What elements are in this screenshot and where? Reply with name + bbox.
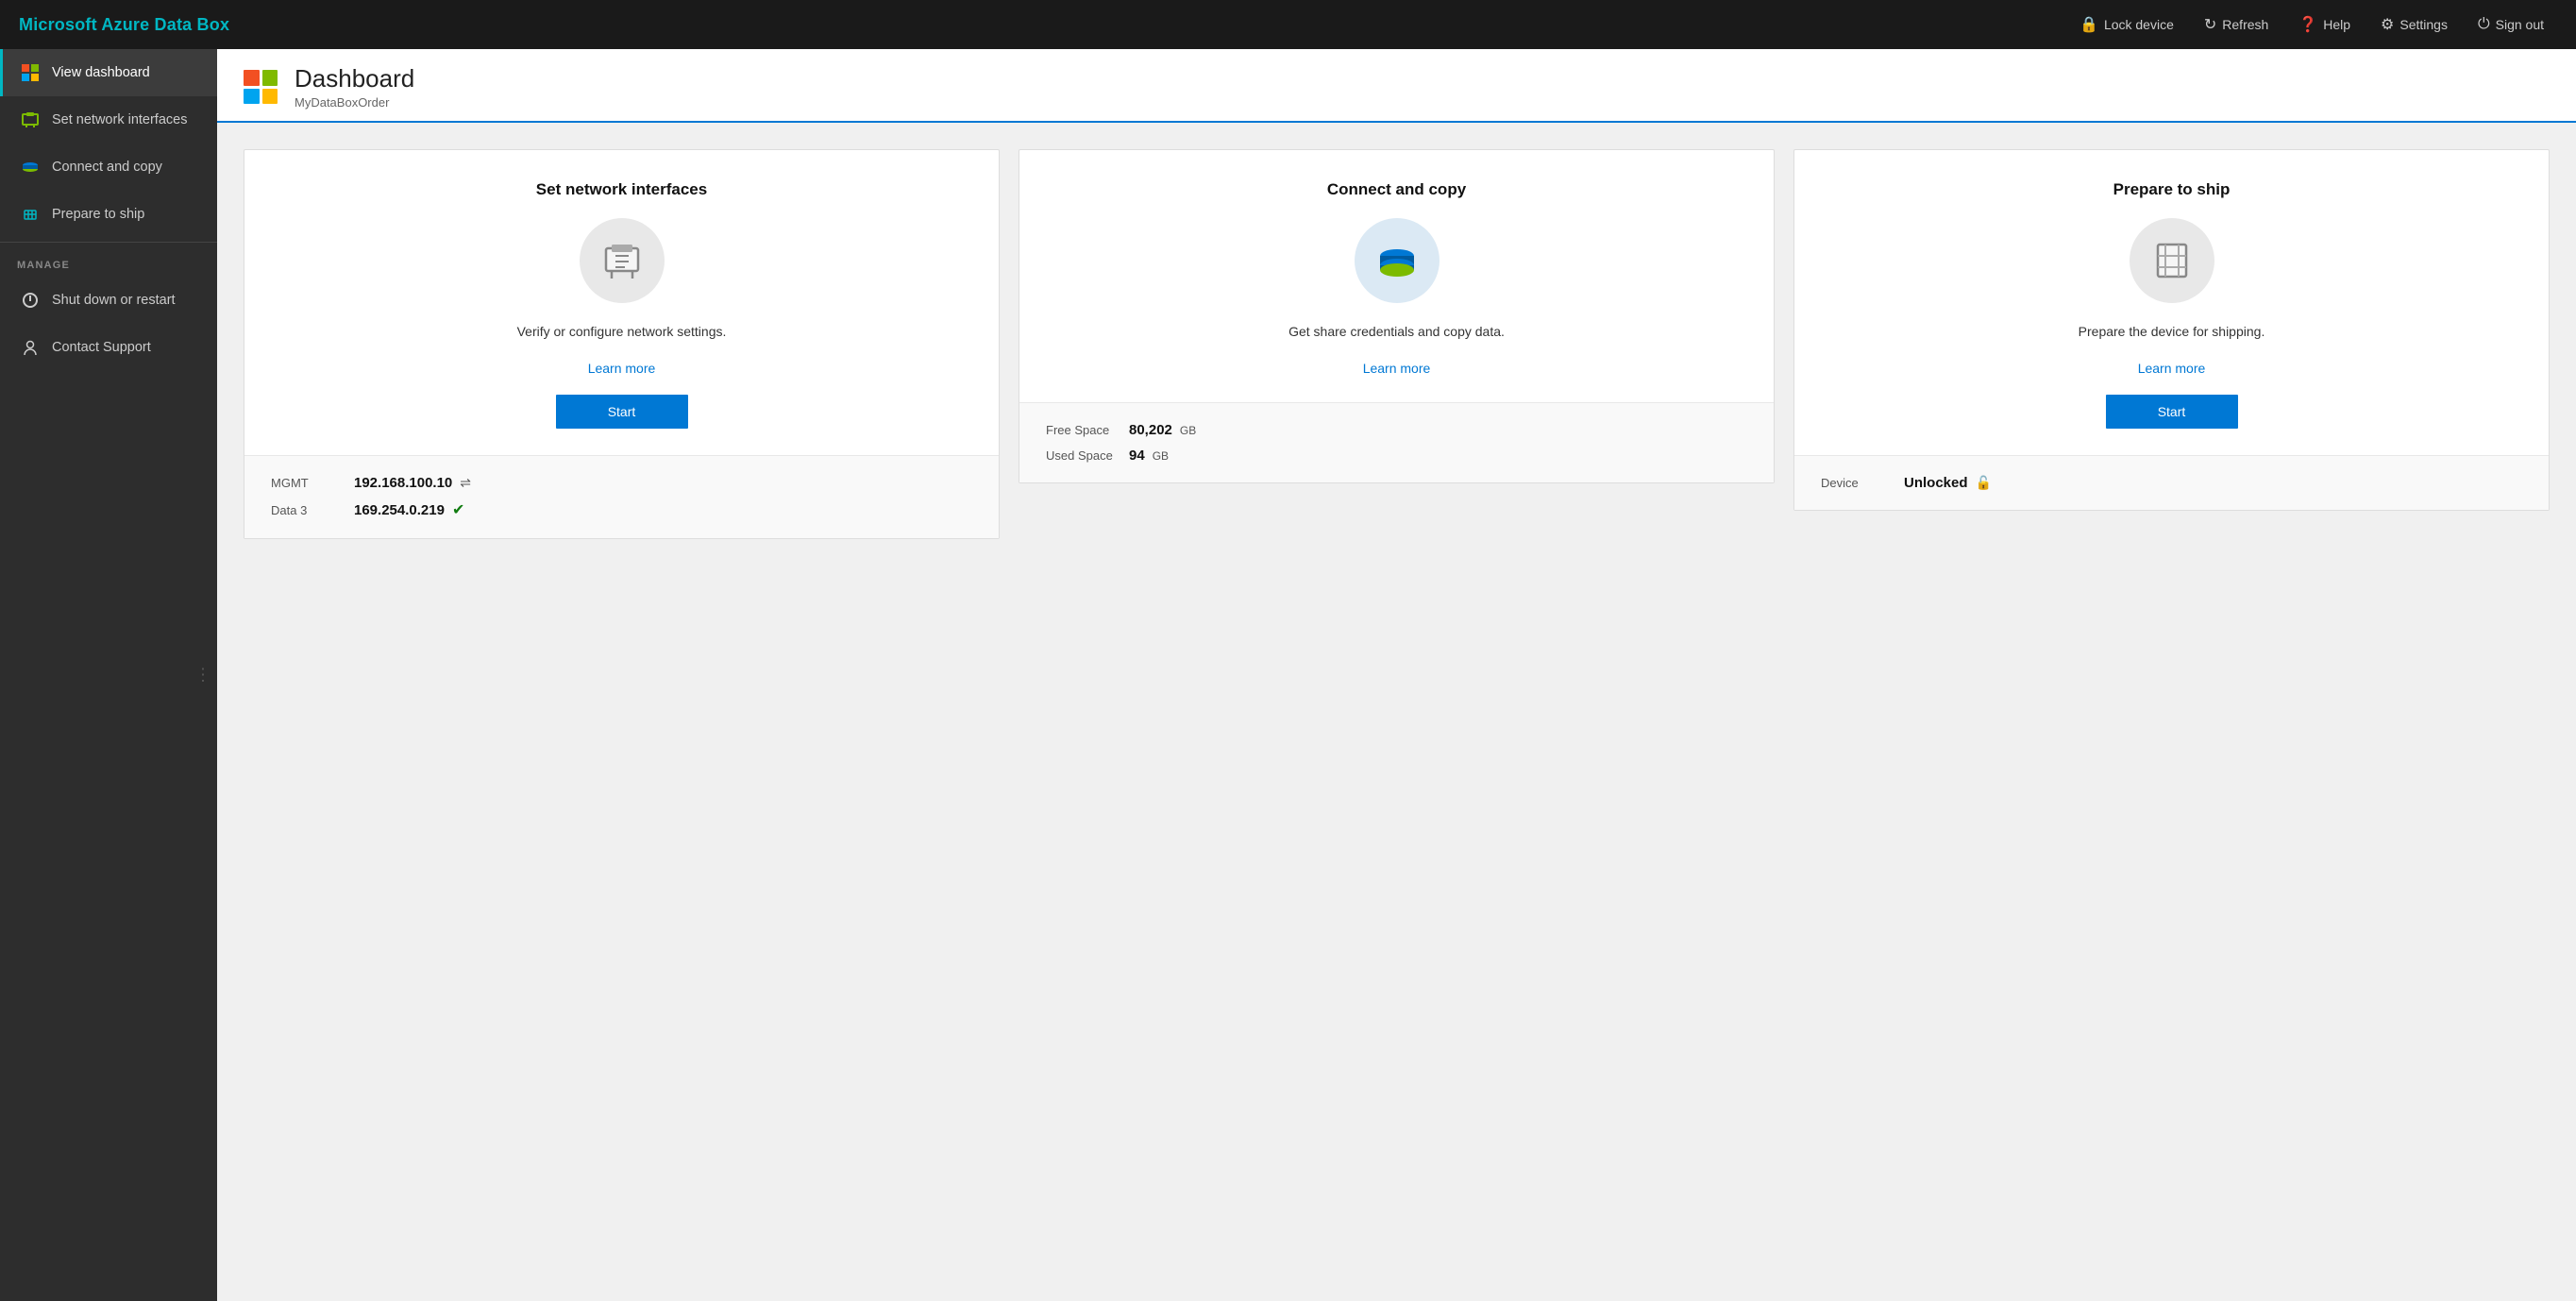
help-button[interactable]: ❓ Help bbox=[2285, 9, 2364, 40]
ship-card: Prepare to ship Prepare the device for s… bbox=[1793, 149, 2550, 511]
page-title: Dashboard bbox=[295, 64, 414, 93]
refresh-button[interactable]: ↻ Refresh bbox=[2191, 9, 2281, 40]
sidebar: View dashboard Set network interfaces bbox=[0, 49, 217, 1301]
sidebar-item-set-network[interactable]: Set network interfaces bbox=[0, 96, 217, 144]
copy-card-bottom: Free Space 80,202 GB Used Space 94 GB bbox=[1019, 403, 1774, 482]
ship-card-bottom: Device Unlocked 🔓 bbox=[1794, 456, 2549, 510]
sidebar-item-shutdown[interactable]: Shut down or restart bbox=[0, 277, 217, 324]
ship-icon bbox=[20, 204, 41, 225]
network-start-button[interactable]: Start bbox=[556, 395, 688, 429]
copy-card-icon bbox=[1355, 218, 1440, 303]
mgmt-value: 192.168.100.10 bbox=[354, 475, 452, 491]
settings-icon: ⚙ bbox=[2381, 15, 2394, 34]
network-card-title: Set network interfaces bbox=[536, 180, 707, 199]
free-space-unit: GB bbox=[1180, 424, 1196, 437]
shutdown-icon bbox=[20, 290, 41, 311]
topbar-actions: 🔒 Lock device ↻ Refresh ❓ Help ⚙ Setting… bbox=[2066, 9, 2557, 40]
dashboard-icon bbox=[20, 62, 41, 83]
sidebar-label-shutdown: Shut down or restart bbox=[52, 293, 176, 308]
dashboard-header-icon bbox=[244, 70, 278, 104]
ship-start-button[interactable]: Start bbox=[2106, 395, 2238, 429]
lock-device-button[interactable]: 🔒 Lock device bbox=[2066, 9, 2187, 40]
settings-button[interactable]: ⚙ Settings bbox=[2367, 9, 2461, 40]
free-space-label: Free Space bbox=[1046, 423, 1121, 437]
page-subtitle: MyDataBoxOrder bbox=[295, 95, 414, 110]
sidebar-item-prepare-ship[interactable]: Prepare to ship bbox=[0, 191, 217, 238]
cards-container: Set network interfaces Verify or conf bbox=[217, 123, 2576, 566]
sidebar-item-contact-support[interactable]: Contact Support bbox=[0, 324, 217, 371]
network-stat-mgmt: MGMT 192.168.100.10 ⇌ bbox=[271, 475, 972, 491]
support-icon bbox=[20, 337, 41, 358]
data3-badge: ✔ bbox=[452, 500, 464, 519]
sidebar-label-copy: Connect and copy bbox=[52, 160, 162, 175]
network-learn-more-link[interactable]: Learn more bbox=[588, 361, 656, 376]
ship-learn-more-link[interactable]: Learn more bbox=[2138, 361, 2206, 376]
network-card-top: Set network interfaces Verify or conf bbox=[244, 150, 999, 456]
copy-card-title: Connect and copy bbox=[1327, 180, 1466, 199]
network-card: Set network interfaces Verify or conf bbox=[244, 149, 1000, 539]
sidebar-drag-handle[interactable]: ⋮ bbox=[194, 666, 211, 685]
copy-stat-used: Used Space 94 GB bbox=[1046, 448, 1747, 464]
network-card-desc: Verify or configure network settings. bbox=[517, 322, 727, 342]
sidebar-label-network: Set network interfaces bbox=[52, 112, 187, 127]
network-stat-data3: Data 3 169.254.0.219 ✔ bbox=[271, 500, 972, 519]
mgmt-label: MGMT bbox=[271, 476, 346, 490]
help-icon: ❓ bbox=[2298, 15, 2317, 34]
content-header: Dashboard MyDataBoxOrder bbox=[217, 49, 2576, 123]
sidebar-label-support: Contact Support bbox=[52, 340, 151, 355]
topbar: Microsoft Azure Data Box 🔒 Lock device ↻… bbox=[0, 0, 2576, 49]
sidebar-item-connect-copy[interactable]: Connect and copy bbox=[0, 144, 217, 191]
data3-label: Data 3 bbox=[271, 503, 346, 517]
network-icon bbox=[20, 110, 41, 130]
copy-card-top: Connect and copy Get share credentials a… bbox=[1019, 150, 1774, 403]
used-space-label: Used Space bbox=[1046, 448, 1121, 463]
header-text: Dashboard MyDataBoxOrder bbox=[295, 64, 414, 110]
network-card-icon bbox=[580, 218, 665, 303]
copy-learn-more-link[interactable]: Learn more bbox=[1363, 361, 1431, 376]
used-space-value: 94 bbox=[1129, 448, 1145, 464]
sidebar-label-ship: Prepare to ship bbox=[52, 207, 144, 222]
copy-icon bbox=[20, 157, 41, 177]
app-brand: Microsoft Azure Data Box bbox=[19, 15, 229, 35]
ship-card-desc: Prepare the device for shipping. bbox=[2079, 322, 2265, 342]
mgmt-link-icon: ⇌ bbox=[460, 475, 471, 491]
ship-card-title: Prepare to ship bbox=[2113, 180, 2231, 199]
ship-card-icon bbox=[2130, 218, 2214, 303]
data3-value: 169.254.0.219 bbox=[354, 502, 445, 518]
device-value: Unlocked bbox=[1904, 475, 1968, 491]
sidebar-item-view-dashboard[interactable]: View dashboard bbox=[0, 49, 217, 96]
ship-card-top: Prepare to ship Prepare the device for s… bbox=[1794, 150, 2549, 456]
refresh-icon: ↻ bbox=[2204, 15, 2216, 34]
copy-card-desc: Get share credentials and copy data. bbox=[1288, 322, 1505, 342]
copy-stat-free: Free Space 80,202 GB bbox=[1046, 422, 1747, 438]
free-space-value: 80,202 bbox=[1129, 422, 1172, 438]
main-layout: View dashboard Set network interfaces bbox=[0, 49, 2576, 1301]
device-label: Device bbox=[1821, 476, 1896, 490]
sidebar-label-dashboard: View dashboard bbox=[52, 65, 150, 80]
ship-stat-device: Device Unlocked 🔓 bbox=[1821, 475, 2522, 491]
network-card-bottom: MGMT 192.168.100.10 ⇌ Data 3 169.254.0.2… bbox=[244, 456, 999, 538]
lock-icon: 🔒 bbox=[2079, 15, 2098, 34]
sidebar-divider bbox=[0, 242, 217, 243]
copy-card: Connect and copy Get share credentials a… bbox=[1019, 149, 1775, 483]
content-area: Dashboard MyDataBoxOrder Set network int… bbox=[217, 49, 2576, 1301]
manage-section-label: MANAGE bbox=[0, 246, 217, 277]
device-unlock-icon: 🔓 bbox=[1976, 475, 1992, 491]
signout-icon: ⏻ bbox=[2478, 16, 2490, 33]
signout-button[interactable]: ⏻ Sign out bbox=[2465, 10, 2557, 39]
used-space-unit: GB bbox=[1153, 449, 1169, 463]
